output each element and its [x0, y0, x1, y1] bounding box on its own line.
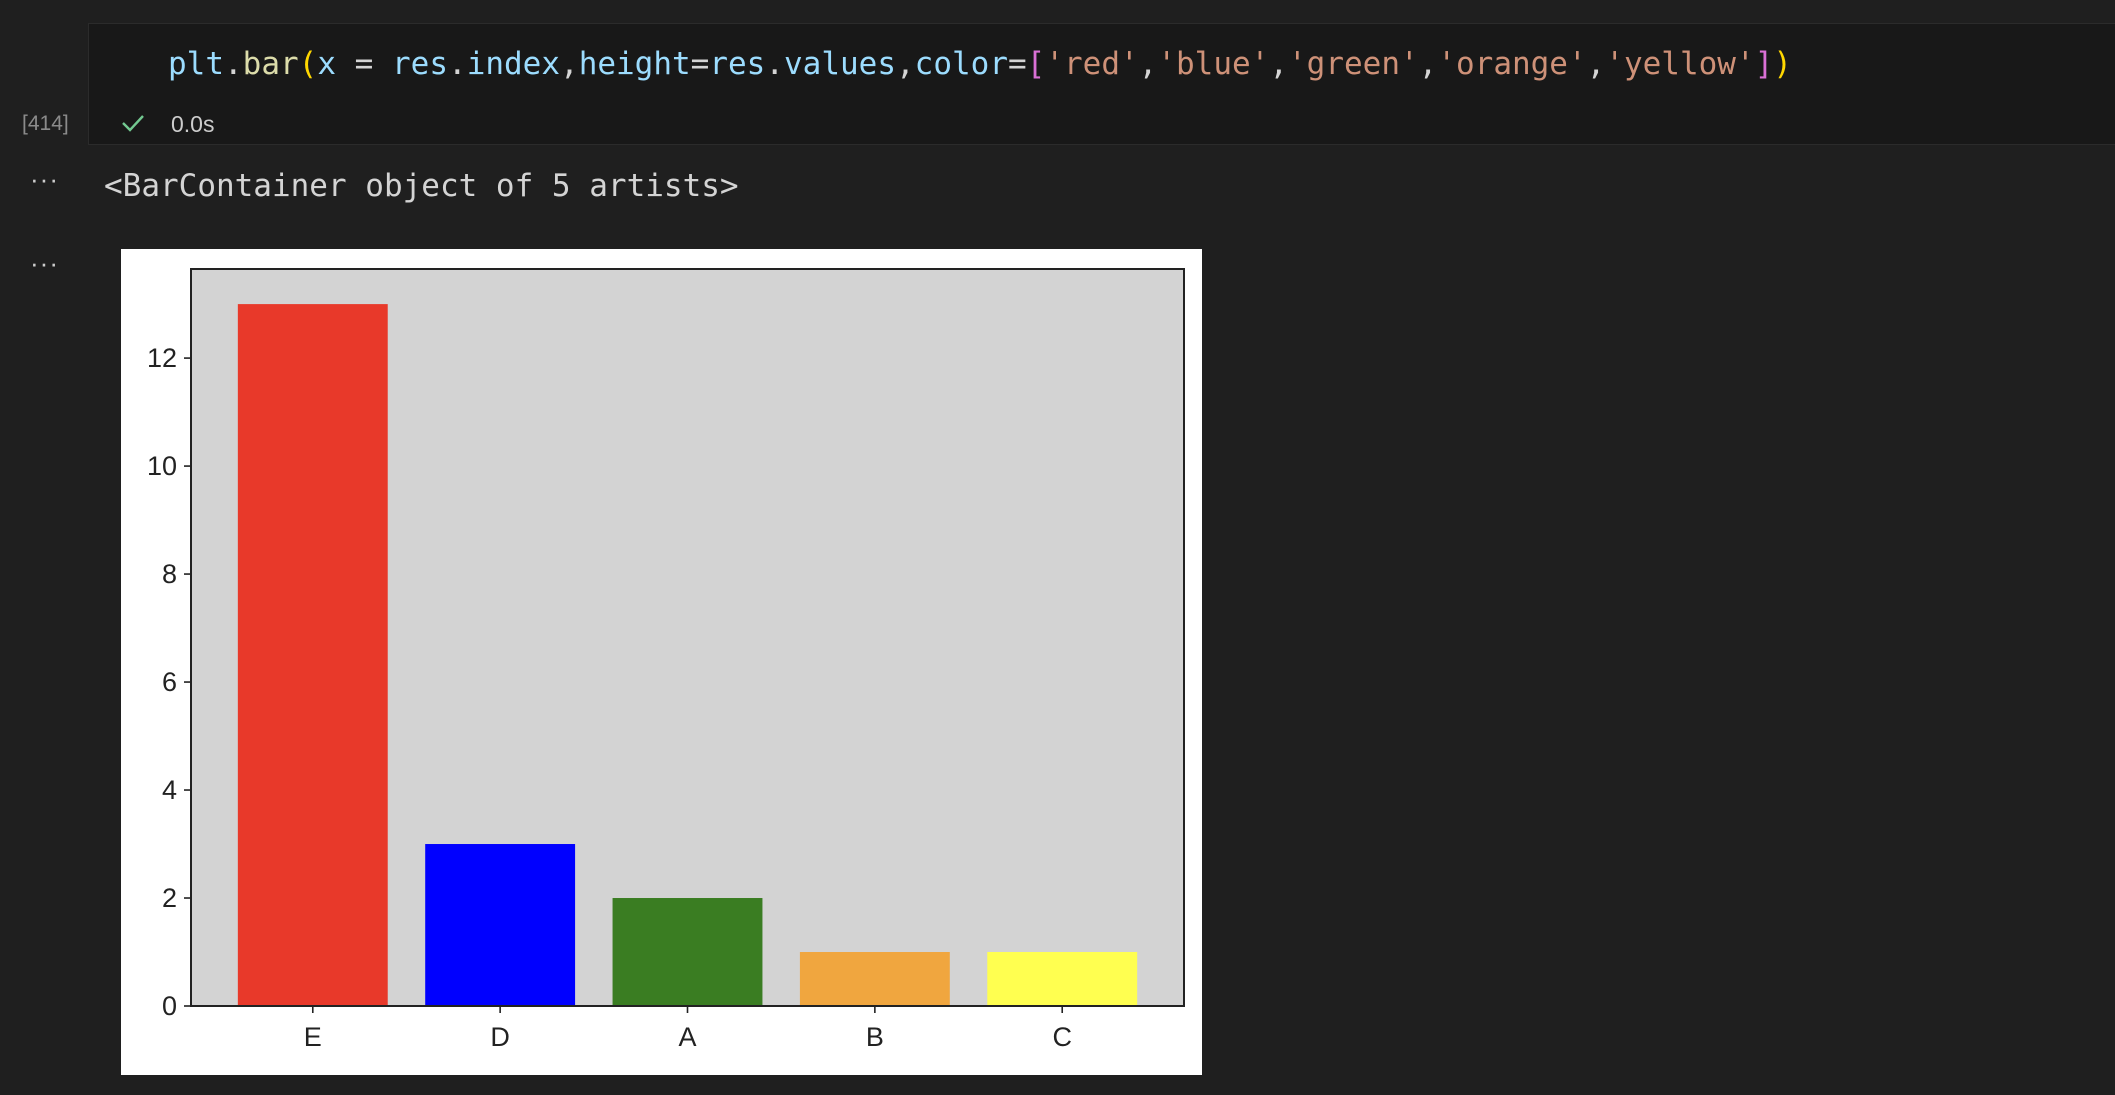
x-tick-label: A [678, 1022, 696, 1052]
code-token: , [1418, 46, 1438, 82]
x-tick-label: D [490, 1022, 510, 1052]
code-token: = [690, 46, 710, 82]
code-token: . [765, 46, 785, 82]
x-tick-label: C [1052, 1022, 1072, 1052]
code-line[interactable]: plt.bar(x = res.index,height=res.values,… [168, 46, 1792, 82]
code-token: ) [1773, 46, 1792, 82]
code-token: 'green' [1288, 46, 1419, 82]
code-token: color [914, 46, 1008, 82]
code-token: values [784, 46, 896, 82]
y-tick-label: 4 [162, 775, 177, 805]
code-token: , [1586, 46, 1606, 82]
check-icon [120, 110, 146, 141]
code-token: , [560, 46, 579, 82]
code-token: . [224, 46, 243, 82]
code-token: 'yellow' [1605, 46, 1755, 82]
execution-count: [414] [22, 112, 69, 135]
bar-A [612, 898, 763, 1006]
code-token: 'blue' [1157, 46, 1270, 82]
plot-output-image: E D A B C 0 2 4 6 8 10 12 [121, 249, 1202, 1075]
output-ellipsis-icon[interactable]: ··· [30, 164, 59, 195]
code-token: 'red' [1045, 46, 1139, 82]
code-token: , [1138, 46, 1158, 82]
code-token: height [578, 46, 691, 82]
bar-E [237, 304, 388, 1007]
code-token: ( [298, 46, 318, 82]
code-token: index [466, 46, 561, 82]
y-tick-label: 12 [147, 343, 177, 373]
y-tick-label: 2 [162, 883, 177, 913]
code-cell-input[interactable]: plt.bar(x = res.index,height=res.values,… [88, 23, 2115, 145]
code-token: res [392, 46, 449, 82]
code-token: = [336, 46, 393, 82]
code-token: res [709, 46, 766, 82]
code-token: = [1008, 46, 1027, 82]
y-tick-label: 10 [147, 451, 177, 481]
y-tick-label: 0 [162, 991, 177, 1021]
code-token: , [1269, 46, 1288, 82]
bar-C [987, 952, 1138, 1006]
execution-time: 0.0s [171, 111, 215, 137]
code-token: x [317, 46, 337, 82]
bar-chart: E D A B C 0 2 4 6 8 10 12 [147, 268, 1185, 1052]
y-tick-label: 6 [162, 667, 177, 697]
output-text: <BarContainer object of 5 artists> [104, 168, 739, 204]
code-token: , [896, 46, 915, 82]
bar-B [799, 952, 950, 1006]
code-token: [ [1026, 46, 1046, 82]
x-tick-label: E [304, 1022, 322, 1052]
code-token: plt [168, 46, 224, 82]
code-token: . [448, 46, 467, 82]
output-ellipsis-icon[interactable]: ··· [30, 248, 59, 279]
code-token: 'orange' [1437, 46, 1587, 82]
code-token: ] [1754, 46, 1774, 82]
y-tick-label: 8 [162, 559, 177, 589]
x-tick-label: B [866, 1022, 884, 1052]
code-token: bar [242, 46, 299, 82]
bar-D [425, 844, 576, 1006]
